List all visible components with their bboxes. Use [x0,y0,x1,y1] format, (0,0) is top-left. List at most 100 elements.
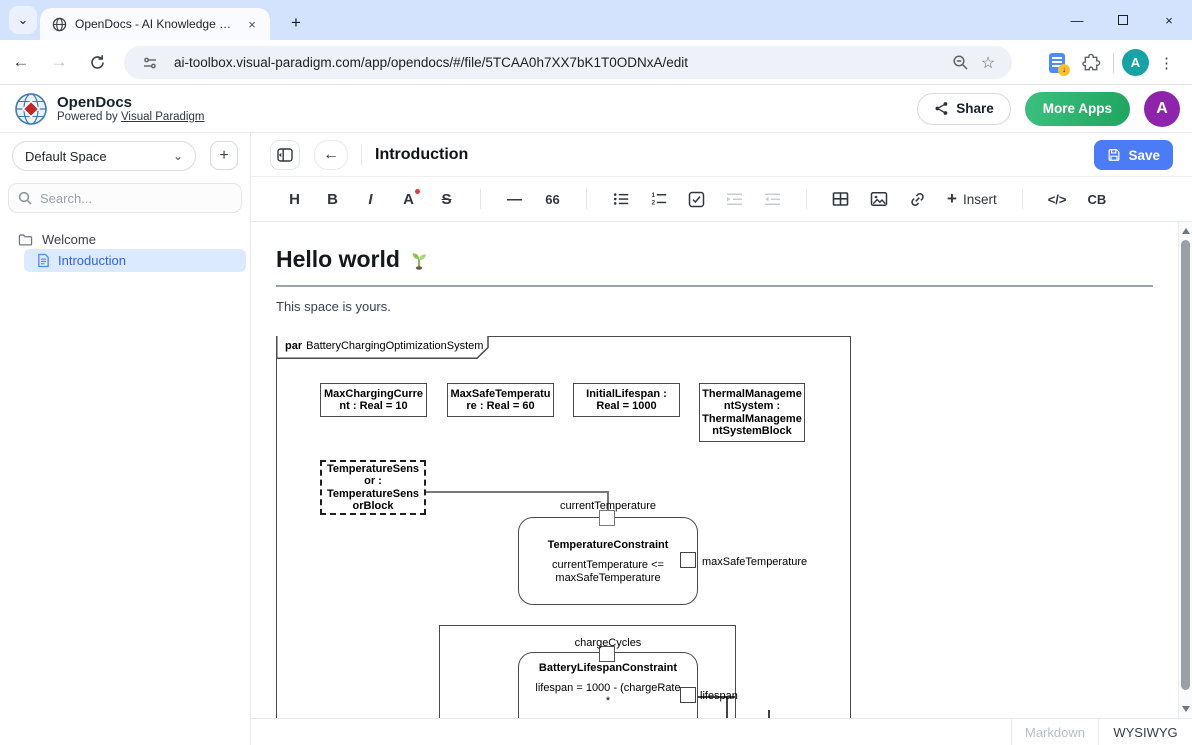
browser-menu-kebab-icon[interactable]: ⋮ [1149,54,1184,72]
window-minimize-button[interactable]: — [1054,0,1100,40]
param-box-thermal-management: ThermalManagementSystem : ThermalManagem… [699,383,805,442]
table-button[interactable] [832,187,849,211]
share-button[interactable]: Share [917,93,1011,125]
url-text[interactable]: ai-toolbox.visual-paradigm.com/app/opend… [174,55,946,70]
blockquote-button[interactable]: 66 [544,187,561,211]
format-toolbar: H B I A S — 66 12 [251,177,1192,222]
frame-label: parBatteryChargingOptimizationSystem [285,340,483,353]
app-brand: OpenDocs Powered by Visual Paradigm [13,91,204,127]
param-box-max-safe-temperature: MaxSafeTemperature : Real = 60 [447,383,554,417]
image-button[interactable] [870,187,888,211]
numbered-list-button[interactable]: 12 [650,187,667,211]
app-user-avatar[interactable]: A [1144,91,1180,127]
bullet-list-button[interactable] [612,187,629,211]
save-button[interactable]: Save [1094,140,1173,170]
doc-heading: Hello world [276,246,1153,287]
app-header: OpenDocs Powered by Visual Paradigm Shar… [0,85,1192,133]
zoom-out-icon[interactable] [946,49,974,77]
browser-window: ⌄ OpenDocs - AI Knowledge Base × + — × ←… [0,0,1192,745]
editor-content[interactable]: Hello world This space is yours. parBatt… [251,222,1192,718]
document-icon [37,253,50,268]
doc-back-button[interactable]: ← [314,140,348,170]
battery-right-port [680,687,696,703]
sidebar-item-welcome[interactable]: Welcome [0,227,250,251]
markdown-mode-button[interactable]: Markdown [1011,719,1098,745]
wysiwyg-mode-button[interactable]: WYSIWYG [1098,719,1192,745]
visual-paradigm-link[interactable]: Visual Paradigm [121,111,205,123]
sidebar-item-introduction[interactable]: Introduction [24,249,246,272]
save-floppy-icon [1107,148,1121,162]
search-icon [18,191,32,205]
new-tab-button[interactable]: + [282,9,310,37]
plus-icon: + [947,189,957,209]
window-maximize-button[interactable] [1100,0,1146,40]
address-bar[interactable]: ai-toolbox.visual-paradigm.com/app/opend… [124,46,1012,79]
chevron-down-icon: ⌄ [173,149,183,163]
toolbar-separator [806,189,807,209]
panel-collapse-icon [277,148,293,162]
temperature-constraint-block: TemperatureConstraint currentTemperature… [518,517,698,605]
right-port [680,552,696,568]
sidebar: Default Space ⌄ + Welcome [0,133,251,745]
temperature-sensor-block: TemperatureSensor : TemperatureSensorBlo… [320,460,426,515]
browser-forward-button[interactable]: → [42,45,76,79]
more-apps-button[interactable]: More Apps [1025,92,1130,126]
window-close-button[interactable]: × [1146,0,1192,40]
scroll-down-arrow[interactable] [1179,702,1192,716]
collapse-sidebar-button[interactable] [270,140,300,170]
seedling-emoji [408,249,430,271]
toolbar-right-icons: ↓ A ⋮ [1043,40,1184,85]
share-icon [934,101,949,116]
strikethrough-button[interactable]: S [438,187,455,211]
browser-back-button[interactable]: ← [4,45,38,79]
inline-code-button[interactable]: </> [1048,187,1067,211]
browser-reload-button[interactable] [80,45,114,79]
bookmark-star-icon[interactable]: ☆ [974,49,1002,77]
svg-text:2: 2 [651,200,655,207]
scroll-up-arrow[interactable] [1179,224,1192,238]
editor-status-bar: Markdown WYSIWYG [251,718,1192,745]
tab-close-icon[interactable]: × [244,16,260,32]
powered-by-text: Powered by Visual Paradigm [57,111,204,123]
browser-tab[interactable]: OpenDocs - AI Knowledge Base × [40,8,270,40]
insert-button[interactable]: + Insert [947,189,997,209]
charge-cycles-label: chargeCycles [548,637,668,650]
tab-favicon-globe-icon [52,17,67,32]
window-controls: — × [1054,0,1192,40]
app-title: OpenDocs [57,94,204,111]
indent-button[interactable] [726,187,743,211]
vertical-scrollbar[interactable] [1178,222,1192,718]
space-selector[interactable]: Default Space ⌄ [12,141,196,171]
italic-button[interactable]: I [362,187,379,211]
add-space-button[interactable]: + [210,141,238,170]
outdent-button[interactable] [764,187,781,211]
param-box-initial-lifespan: InitialLifespan : Real = 1000 [573,383,680,417]
site-settings-tune-icon[interactable] [136,49,164,77]
browser-titlebar: ⌄ OpenDocs - AI Knowledge Base × + — × [0,0,1192,40]
download-badge-icon: ↓ [1058,64,1070,76]
toolbar-separator [1022,189,1023,209]
page-label: Introduction [58,253,126,268]
parametric-diagram: parBatteryChargingOptimizationSystem Max… [276,336,856,718]
maximize-icon [1118,15,1128,25]
browser-toolbar: ← → ai-toolbox.visual-paradigm.com/app/o… [0,40,1192,85]
heading-button[interactable]: H [286,187,303,211]
document-toolbar: ← Introduction Save [251,133,1192,177]
docs-offline-icon[interactable]: ↓ [1043,49,1071,77]
checkbox-list-button[interactable] [688,187,705,211]
link-button[interactable] [909,187,926,211]
code-block-button[interactable]: CB [1088,187,1107,211]
folder-label: Welcome [42,232,96,247]
search-input[interactable] [40,191,232,206]
tab-title: OpenDocs - AI Knowledge Base [75,17,236,31]
bold-button[interactable]: B [324,187,341,211]
tab-search-chevron-icon[interactable]: ⌄ [9,6,37,34]
page-title: Introduction [375,146,468,164]
horizontal-rule-button[interactable]: — [506,187,523,211]
scrollbar-thumb[interactable] [1181,240,1190,690]
opendocs-logo-icon [13,91,49,127]
sidebar-search[interactable] [8,183,242,213]
browser-profile-avatar[interactable]: A [1122,49,1149,76]
extensions-puzzle-icon[interactable] [1077,49,1105,77]
text-color-button[interactable]: A [400,187,417,211]
